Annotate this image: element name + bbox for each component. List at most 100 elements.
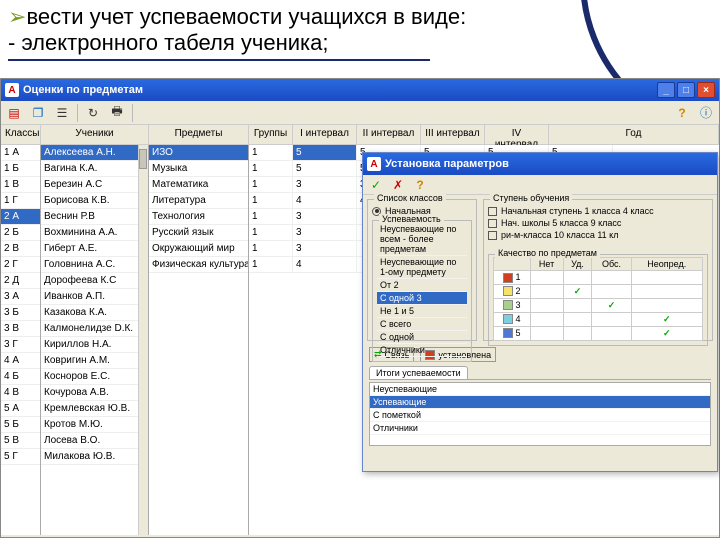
- color-row[interactable]: 1: [494, 271, 703, 285]
- col-i4[interactable]: IV интервал: [485, 125, 549, 144]
- student-item[interactable]: Веснин Р.В: [41, 209, 148, 225]
- grade-cell[interactable]: 1: [249, 177, 293, 193]
- class-item[interactable]: 1 А: [1, 145, 40, 161]
- progress-item[interactable]: От 2: [377, 279, 467, 292]
- class-item[interactable]: 2 Г: [1, 257, 40, 273]
- progress-item[interactable]: С всего: [377, 318, 467, 331]
- class-item[interactable]: 2 Б: [1, 225, 40, 241]
- copy-icon[interactable]: ❐: [29, 104, 47, 122]
- student-item[interactable]: Алексеева А.Н.: [41, 145, 148, 161]
- help-icon[interactable]: ?: [411, 176, 429, 194]
- progress-item[interactable]: Не 1 и 5: [377, 305, 467, 318]
- grade-cell[interactable]: 1: [249, 193, 293, 209]
- card-icon[interactable]: ▤: [5, 104, 23, 122]
- subjects-list[interactable]: ИЗОМузыкаМатематикаЛитератураТехнологияР…: [149, 145, 249, 535]
- titlebar[interactable]: A Оценки по предметам _ □ ×: [1, 79, 719, 101]
- class-item[interactable]: 3 А: [1, 289, 40, 305]
- student-item[interactable]: Головнина А.С.: [41, 257, 148, 273]
- scroll-thumb[interactable]: [139, 149, 147, 169]
- student-item[interactable]: Кириллов Н.А.: [41, 337, 148, 353]
- form-icon[interactable]: ☰: [53, 104, 71, 122]
- class-item[interactable]: 5 А: [1, 401, 40, 417]
- grade-cell[interactable]: 5: [293, 161, 357, 177]
- footer-item[interactable]: Отличники: [370, 422, 710, 435]
- student-item[interactable]: Косноров Е.С.: [41, 369, 148, 385]
- col-subjects[interactable]: Предметы: [149, 125, 249, 144]
- dialog-titlebar[interactable]: A Установка параметров: [363, 153, 717, 175]
- class-item[interactable]: 5 Б: [1, 417, 40, 433]
- student-item[interactable]: Иванков А.П.: [41, 289, 148, 305]
- subject-item[interactable]: Технология: [149, 209, 248, 225]
- student-item[interactable]: Милакова Ю.В.: [41, 449, 148, 465]
- progress-item[interactable]: Неуспевающие по всем - более предметам: [377, 223, 467, 256]
- subject-item[interactable]: Русский язык: [149, 225, 248, 241]
- subject-item[interactable]: Литература: [149, 193, 248, 209]
- color-row[interactable]: 4✓: [494, 312, 703, 326]
- grade-cell[interactable]: 1: [249, 145, 293, 161]
- student-item[interactable]: Вохминина А.А.: [41, 225, 148, 241]
- student-item[interactable]: Ковригин А.М.: [41, 353, 148, 369]
- progress-item[interactable]: Неуспевающие по 1-ому предмету: [377, 256, 467, 279]
- grade-cell[interactable]: 1: [249, 241, 293, 257]
- class-item[interactable]: 3 Г: [1, 337, 40, 353]
- col-i2[interactable]: II интервал: [357, 125, 421, 144]
- class-item[interactable]: 1 Г: [1, 193, 40, 209]
- student-item[interactable]: Березин А.С: [41, 177, 148, 193]
- grade-cell[interactable]: 3: [293, 177, 357, 193]
- class-item[interactable]: 3 Б: [1, 305, 40, 321]
- class-item[interactable]: 5 В: [1, 433, 40, 449]
- study-row-2[interactable]: ри-м-класса 10 класса 11 кл: [488, 230, 708, 240]
- student-item[interactable]: Калмонелидзе D.К.: [41, 321, 148, 337]
- class-item[interactable]: 2 Д: [1, 273, 40, 289]
- student-item[interactable]: Гиберт А.Е.: [41, 241, 148, 257]
- subject-item[interactable]: ИЗО: [149, 145, 248, 161]
- progress-item[interactable]: С одной 3: [377, 292, 467, 305]
- grade-cell[interactable]: 4: [293, 193, 357, 209]
- col-year[interactable]: Год: [549, 125, 719, 144]
- grade-cell[interactable]: 4: [293, 257, 357, 273]
- subject-item[interactable]: Физическая культура: [149, 257, 248, 273]
- color-row[interactable]: 2✓: [494, 284, 703, 298]
- grade-cell[interactable]: 1: [249, 257, 293, 273]
- progress-item[interactable]: Отличники: [377, 344, 467, 357]
- color-row[interactable]: 5✓: [494, 326, 703, 340]
- class-item[interactable]: 2 А: [1, 209, 40, 225]
- col-i3[interactable]: III интервал: [421, 125, 485, 144]
- refresh-icon[interactable]: ↻: [84, 104, 102, 122]
- student-item[interactable]: Дорофеева К.С: [41, 273, 148, 289]
- info-icon[interactable]: ⓘ: [697, 104, 715, 122]
- col-groups[interactable]: Группы: [249, 125, 293, 144]
- grade-cell[interactable]: 3: [293, 209, 357, 225]
- grade-cell[interactable]: 3: [293, 241, 357, 257]
- class-item[interactable]: 4 А: [1, 353, 40, 369]
- grade-cell[interactable]: 1: [249, 209, 293, 225]
- help-icon[interactable]: ?: [673, 104, 691, 122]
- footer-item[interactable]: Успевающие: [370, 396, 710, 409]
- student-item[interactable]: Кочурова А.В.: [41, 385, 148, 401]
- grade-cell[interactable]: 3: [293, 225, 357, 241]
- students-list[interactable]: Алексеева А.Н.Вагина К.А.Березин А.СБори…: [41, 145, 149, 535]
- col-i1[interactable]: I интервал: [293, 125, 357, 144]
- class-item[interactable]: 1 В: [1, 177, 40, 193]
- subject-item[interactable]: Математика: [149, 177, 248, 193]
- grade-cell[interactable]: 5: [293, 145, 357, 161]
- student-item[interactable]: Борисова К.В.: [41, 193, 148, 209]
- minimize-button[interactable]: _: [657, 82, 675, 98]
- class-item[interactable]: 5 Г: [1, 449, 40, 465]
- print-icon[interactable]: 🖶: [108, 104, 126, 122]
- subject-item[interactable]: Окружающий мир: [149, 241, 248, 257]
- student-item[interactable]: Кремлевская Ю.В.: [41, 401, 148, 417]
- close-button[interactable]: ×: [697, 82, 715, 98]
- grade-cell[interactable]: 1: [249, 225, 293, 241]
- study-row-0[interactable]: Начальная ступень 1 класса 4 класс: [488, 206, 708, 216]
- scrollbar[interactable]: [138, 145, 148, 535]
- maximize-button[interactable]: □: [677, 82, 695, 98]
- ok-icon[interactable]: ✓: [367, 176, 385, 194]
- student-item[interactable]: Казакова К.А.: [41, 305, 148, 321]
- footer-item[interactable]: С пометкой: [370, 409, 710, 422]
- color-row[interactable]: 3✓: [494, 298, 703, 312]
- student-item[interactable]: Вагина К.А.: [41, 161, 148, 177]
- grade-cell[interactable]: 1: [249, 161, 293, 177]
- class-item[interactable]: 1 Б: [1, 161, 40, 177]
- class-item[interactable]: 3 В: [1, 321, 40, 337]
